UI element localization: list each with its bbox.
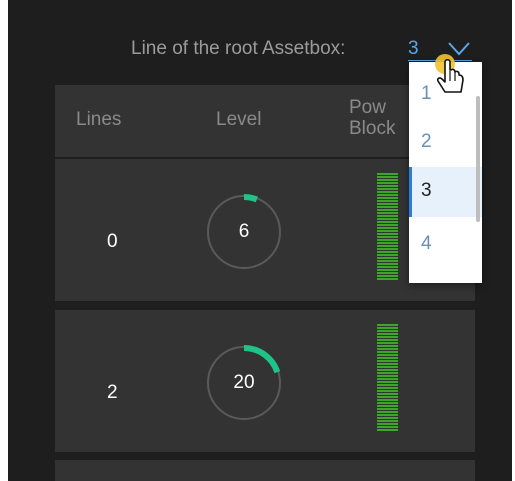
chevron-down-icon[interactable] [448, 42, 470, 56]
header-lines: Lines [76, 109, 122, 130]
row-lines-value: 2 [107, 382, 118, 403]
row-lines-value: 0 [107, 231, 118, 252]
dropdown-option-label: 2 [421, 131, 432, 152]
header-power-block: Pow Block [349, 97, 395, 139]
root-line-select[interactable]: 3 [408, 38, 472, 61]
power-block-bar [377, 173, 398, 280]
dropdown-scrollbar[interactable] [476, 96, 480, 222]
header-power-line2: Block [349, 118, 396, 139]
dropdown-option-3[interactable]: 3 [409, 167, 482, 217]
power-block-bar [377, 324, 398, 431]
dropdown-option-label: 4 [421, 233, 432, 254]
dropdown-option-label: 3 [421, 180, 432, 201]
row-level-value: 20 [233, 372, 255, 393]
table-row [55, 460, 475, 481]
root-line-dropdown[interactable]: 1 2 3 4 [409, 62, 482, 283]
assetbox-panel: Line of the root Assetbox: 3 Lines Level… [8, 0, 512, 481]
dropdown-option-label: 1 [421, 83, 432, 104]
root-line-value: 3 [408, 38, 419, 59]
table-row: 2 20 [55, 310, 475, 452]
root-line-selector-row: Line of the root Assetbox: 3 [8, 36, 512, 64]
dropdown-option-2[interactable]: 2 [409, 118, 482, 168]
dropdown-option-4[interactable]: 4 [409, 220, 482, 270]
dropdown-option-1[interactable]: 1 [409, 70, 482, 120]
root-line-label: Line of the root Assetbox: [131, 38, 346, 59]
header-level: Level [216, 109, 262, 130]
header-power-line1: Pow [349, 97, 386, 118]
row-level-value: 6 [238, 221, 250, 242]
